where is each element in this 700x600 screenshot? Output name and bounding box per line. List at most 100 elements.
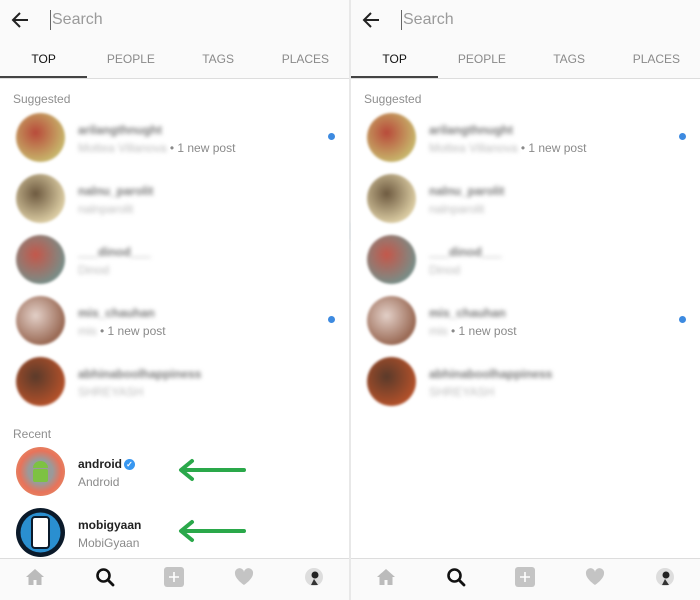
tab-people[interactable]: PEOPLE (438, 48, 525, 79)
nav-profile-avatar-button[interactable] (630, 559, 700, 600)
add-post-icon (164, 567, 185, 592)
bottom-nav (351, 558, 700, 600)
full-name: MobiGyaan (78, 536, 140, 550)
user-avatar[interactable] (367, 174, 416, 223)
new-post-count: • 1 new post (517, 141, 587, 155)
username: android ✓ (78, 457, 135, 471)
full-name: mis (429, 324, 448, 338)
mobigyaan-avatar[interactable] (16, 508, 65, 557)
nav-search-button[interactable] (70, 559, 140, 600)
search-tabs: TOP PEOPLE TAGS PLACES (351, 48, 700, 79)
heart-icon (585, 568, 605, 591)
user-subtitle: SHREYASH (78, 385, 143, 399)
search-screen: Search TOP PEOPLE TAGS PLACES Suggested arilan… (351, 0, 700, 600)
suggested-user-row[interactable]: nalnu_parolit nalnparolit (351, 168, 700, 228)
user-avatar[interactable] (367, 113, 416, 162)
search-header: Search TOP PEOPLE TAGS PLACES (351, 0, 700, 79)
green-arrow-annotation (176, 519, 246, 548)
user-avatar[interactable] (16, 296, 65, 345)
username: nalnu_parolit (429, 184, 504, 198)
full-name: SHREYASH (78, 385, 144, 399)
suggested-user-row[interactable]: ___dinod___ Dinod (0, 229, 349, 289)
recent-user-row[interactable]: mobigyaan MobiGyaan (0, 502, 349, 562)
new-post-dot (328, 316, 335, 323)
new-post-count: • 1 new post (447, 324, 517, 338)
user-avatar[interactable] (16, 113, 65, 162)
search-input[interactable]: Search (50, 10, 310, 30)
verified-badge-icon: ✓ (124, 459, 135, 470)
suggested-label: Suggested (364, 92, 422, 106)
suggested-user-row[interactable]: arilangthnught Mottea Villanova • 1 new p… (0, 107, 349, 167)
green-arrow-annotation (176, 458, 246, 487)
tab-places[interactable]: PLACES (613, 48, 700, 79)
user-subtitle: SHREYASH (429, 385, 494, 399)
tab-top[interactable]: TOP (0, 48, 88, 79)
tab-tags[interactable]: TAGS (526, 48, 613, 79)
username-text: ___dinod___ (78, 245, 151, 259)
user-avatar[interactable] (16, 357, 65, 406)
suggested-label: Suggested (13, 92, 71, 106)
full-name: nalnparolit (78, 202, 134, 216)
user-avatar[interactable] (367, 357, 416, 406)
suggested-user-row[interactable]: arilangthnught Mottea Villanova • 1 new p… (351, 107, 700, 167)
full-name: Mottea Villanova (78, 141, 167, 155)
tab-top[interactable]: TOP (351, 48, 439, 79)
user-avatar[interactable] (16, 235, 65, 284)
user-avatar[interactable] (16, 174, 65, 223)
username-text: mis_chauhan (78, 306, 155, 320)
user-subtitle: Mottea Villanova • 1 new post (429, 141, 586, 155)
search-icon (446, 567, 466, 592)
username: mis_chauhan (78, 306, 155, 320)
username: arilangthnught (78, 123, 162, 137)
nav-profile-avatar-button[interactable] (279, 559, 349, 600)
search-screen: Search TOP PEOPLE TAGS PLACES Suggested arilan… (0, 0, 349, 600)
nav-search-button[interactable] (421, 559, 491, 600)
username: abhinaboolhappiness (78, 367, 201, 381)
username-text: abhinaboolhappiness (429, 367, 553, 381)
suggested-user-row[interactable]: abhinaboolhappiness SHREYASH (351, 351, 700, 411)
tab-people[interactable]: PEOPLE (87, 48, 174, 79)
user-avatar[interactable] (367, 296, 416, 345)
full-name: Android (78, 475, 120, 489)
new-post-dot (679, 133, 686, 140)
full-name: Dinod (429, 263, 461, 277)
profile-avatar-icon (656, 568, 675, 591)
recent-label: Recent (13, 427, 52, 441)
nav-heart-button[interactable] (209, 559, 279, 600)
suggested-user-row[interactable]: ___dinod___ Dinod (351, 229, 700, 289)
tab-places[interactable]: PLACES (262, 48, 349, 79)
suggested-user-row[interactable]: mis_chauhan mis • 1 new post (351, 290, 700, 350)
new-post-dot (679, 316, 686, 323)
nav-heart-button[interactable] (560, 559, 630, 600)
new-post-count: • 1 new post (166, 141, 236, 155)
user-avatar[interactable] (367, 235, 416, 284)
back-arrow-icon[interactable] (361, 9, 383, 31)
bottom-nav (0, 558, 349, 600)
full-name: Mottea Villanova (429, 141, 518, 155)
user-subtitle: Dinod (78, 263, 109, 277)
username-text: arilangthnught (78, 123, 162, 137)
user-subtitle: mis • 1 new post (429, 324, 517, 338)
heart-icon (234, 568, 254, 591)
full-name: SHREYASH (429, 385, 495, 399)
username-text: ___dinod___ (429, 245, 502, 259)
username: nalnu_parolit (78, 184, 153, 198)
full-name: mis (78, 324, 97, 338)
nav-add-post-button[interactable] (491, 559, 561, 600)
suggested-user-row[interactable]: abhinaboolhappiness SHREYASH (0, 351, 349, 411)
new-post-count: • 1 new post (96, 324, 166, 338)
android-avatar[interactable] (16, 447, 65, 496)
username-text: nalnu_parolit (78, 184, 154, 198)
username-text: arilangthnught (429, 123, 513, 137)
nav-add-post-button[interactable] (140, 559, 210, 600)
suggested-user-row[interactable]: mis_chauhanmis • 1 new post (0, 290, 349, 350)
back-arrow-icon[interactable] (10, 9, 32, 31)
suggested-user-row[interactable]: nalnu_parolit nalnparolit (0, 168, 349, 228)
search-input[interactable]: Search (401, 10, 661, 30)
profile-avatar-icon (305, 568, 324, 591)
search-header: Search TOP PEOPLE TAGS PLACES (0, 0, 349, 79)
recent-user-row[interactable]: android ✓ Android (0, 441, 349, 501)
tab-tags[interactable]: TAGS (175, 48, 262, 79)
nav-home-button[interactable] (351, 559, 421, 600)
nav-home-button[interactable] (0, 559, 70, 600)
